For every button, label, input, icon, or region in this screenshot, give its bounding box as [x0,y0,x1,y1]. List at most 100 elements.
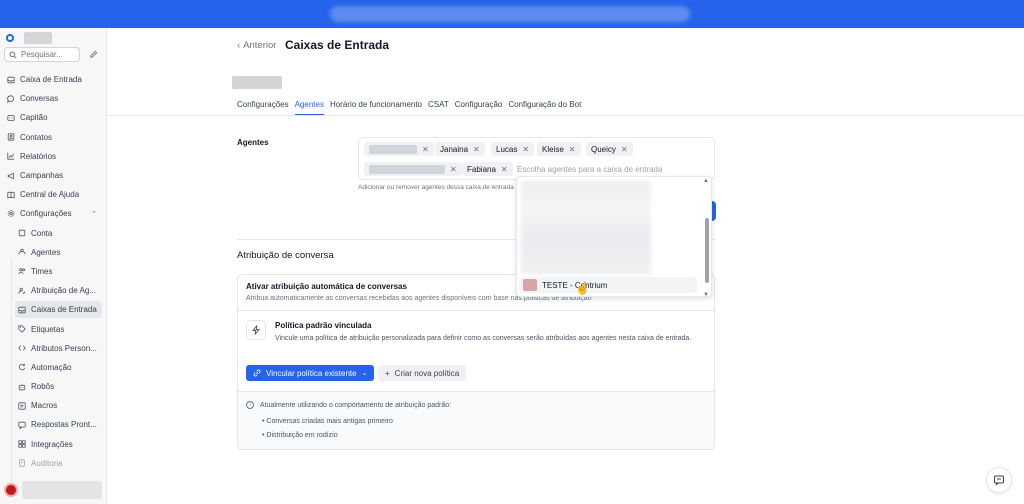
list-item: • Distribuição em rodízio [262,432,338,439]
agent-chip[interactable]: Janaina ✕ [435,142,485,156]
sidebar-subitem-auditoria[interactable]: Auditoria [0,454,107,473]
dropdown-option[interactable]: TESTE - Centrium [519,277,697,293]
sidebar-item-campanhas[interactable]: Campanhas [0,166,107,185]
assignment-card: Ativar atribuição automática de conversa… [237,274,715,450]
macro-icon [18,402,26,410]
tab-horario[interactable]: Horário de funcionamento [330,100,422,115]
remove-icon[interactable]: ✕ [450,165,457,174]
scroll-up-icon[interactable]: ▲ [703,178,709,184]
sidebar-subitem-atribuicao[interactable]: Atribuição de Ag... [0,281,107,300]
sidebar-item-conversas[interactable]: Conversas [0,89,107,108]
agent-chip-label: Queicy [591,144,616,154]
brand[interactable] [6,32,52,44]
remove-icon[interactable]: ✕ [569,145,576,154]
agent-chip-redacted[interactable]: ✕ [364,162,462,176]
remove-icon[interactable]: ✕ [473,145,480,154]
scrollbar-thumb[interactable] [705,218,709,283]
agents-helper-text: Adicionar ou remover agentes dessa caixa… [358,184,514,191]
scroll-down-icon[interactable]: ▼ [703,292,709,296]
sidebar: Pesquisar... Caixa de Entrada Conversas … [0,28,107,504]
sidebar-subitem-etiquetas[interactable]: Etiquetas [0,319,107,338]
chat-widget-button[interactable] [986,467,1012,493]
sidebar-subitem-respostas[interactable]: Respostas Pront... [0,415,107,434]
sidebar-item-label: Automação [31,362,72,372]
sidebar-item-caixa-de-entrada[interactable]: Caixa de Entrada [0,70,107,89]
agents-search-input[interactable]: Escolha agentes para a caixa de entrada [517,165,662,174]
user-profile[interactable] [4,480,104,500]
remove-icon[interactable]: ✕ [422,145,429,154]
sidebar-item-label: Integrações [31,439,73,449]
canned-icon [18,421,26,429]
sidebar-subitem-robos[interactable]: Robôs [0,377,107,396]
tab-configuracao[interactable]: Configuração [455,100,503,115]
agent-chip-redacted[interactable]: ✕ [364,142,434,156]
agent-chip[interactable]: Queicy ✕ [586,142,633,156]
sidebar-subitem-agentes[interactable]: Agentes [0,243,107,262]
sidebar-item-capitao[interactable]: Capitão [0,108,107,127]
remove-icon[interactable]: ✕ [621,145,628,154]
redacted-agent-name [369,164,445,174]
sidebar-item-relatorios[interactable]: Relatórios [0,147,107,166]
sidebar-subitem-macros[interactable]: Macros [0,396,107,415]
tab-agentes[interactable]: Agentes [294,100,324,115]
info-text: Atualmente utilizando o comportamento de… [260,401,452,409]
dropdown-scrollbar[interactable]: ▲ ▼ [703,178,709,296]
sidebar-subitem-automacao[interactable]: Automação [0,358,107,377]
tab-configuracao-bot[interactable]: Configuração do Bot [508,100,581,115]
reports-icon [7,152,15,160]
agent-chip-label: Janaina [440,144,469,154]
sidebar-subitem-conta[interactable]: Conta [0,224,107,243]
agent-chip[interactable]: Fabiana ✕ [462,162,513,176]
card-divider [238,310,714,311]
back-link[interactable]: ‹ Anterior [237,40,276,51]
bot-icon [18,383,26,391]
sidebar-subitem-times[interactable]: Times [0,262,107,281]
sidebar-subitem-atributos[interactable]: Atributos Person... [0,339,107,358]
integrations-icon [18,440,26,448]
sidebar-subitem-integracoes[interactable]: Integrações [0,435,107,454]
pencil-icon [90,50,98,58]
link-policy-button[interactable]: Vincular política existente ⌄ [246,365,375,381]
redacted-url-bar [330,6,690,22]
back-label: Anterior [243,40,277,51]
remove-icon[interactable]: ✕ [522,145,529,154]
sidebar-nav: Caixa de Entrada Conversas Capitão Conta… [0,70,107,473]
create-policy-button[interactable]: + Criar nova política [378,365,467,381]
sidebar-subitem-caixas-de-entrada[interactable]: Caixas de Entrada [0,300,107,319]
agents-icon [18,248,26,256]
sidebar-item-contatos[interactable]: Contatos [0,128,107,147]
sidebar-item-label: Macros [31,401,58,411]
agents-multiselect[interactable]: ✕ Janaina ✕ Lucas ✕ Kleise ✕ Queicy ✕ ✕ … [358,137,715,180]
remove-icon[interactable]: ✕ [501,165,508,174]
sidebar-item-label: Conversas [20,94,59,104]
tab-csat[interactable]: CSAT [428,100,449,115]
settings-tabs: Configurações Agentes Horário de funcion… [237,100,581,115]
redacted-account-name [24,32,52,44]
redacted-options [521,181,651,275]
sidebar-item-label: Auditoria [31,458,63,468]
mouse-pointer-icon: ☝ [575,281,590,295]
sidebar-item-label: Times [31,266,53,276]
tab-configuracoes[interactable]: Configurações [237,100,289,115]
search-placeholder: Pesquisar... [21,50,63,59]
compose-button[interactable] [86,47,101,62]
sidebar-item-central-de-ajuda[interactable]: Central de Ajuda [0,185,107,204]
link-policy-label: Vincular política existente [266,368,357,378]
logo-icon [6,34,14,42]
sidebar-item-configuracoes[interactable]: Configurações ⌃ [0,204,107,223]
sidebar-item-label: Respostas Pront... [31,420,97,430]
sidebar-item-label: Central de Ajuda [20,190,80,200]
chat-bubble-icon [994,475,1004,486]
sidebar-item-label: Contatos [20,132,53,142]
agent-chip[interactable]: Kleise ✕ [537,142,581,156]
search-icon [9,50,17,59]
sidebar-item-label: Configurações [20,209,72,219]
agent-chip[interactable]: Lucas ✕ [491,142,535,156]
sidebar-item-label: Campanhas [20,171,64,181]
search-input[interactable]: Pesquisar... [4,47,80,62]
agents-dropdown[interactable]: TESTE - Centrium ▲ ▼ [516,176,712,297]
sidebar-item-label: Conta [31,228,53,238]
link-icon [253,369,261,377]
sidebar-item-label: Caixa de Entrada [20,75,82,85]
contacts-icon [7,133,15,141]
